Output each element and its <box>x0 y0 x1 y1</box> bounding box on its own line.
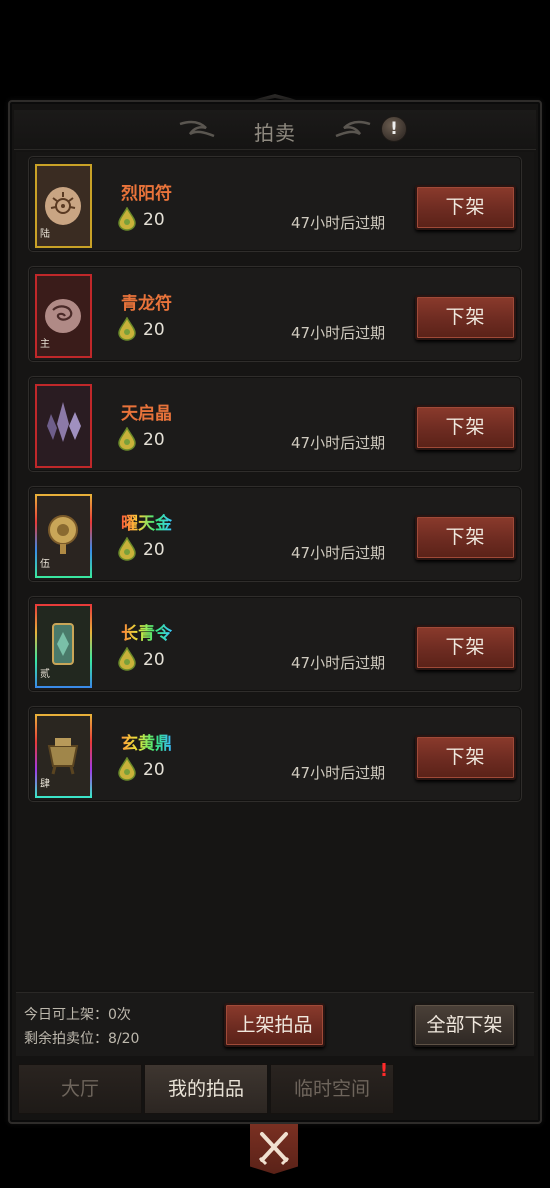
item-thumbnail[interactable]: 贰 <box>35 604 92 688</box>
item-price: 20 <box>143 430 165 450</box>
item-name: 玄黄鼎 <box>121 729 172 754</box>
sun-talisman-icon <box>45 187 81 225</box>
delist-button[interactable]: 下架 <box>415 185 516 230</box>
item-name: 长青令 <box>121 619 172 644</box>
jade-drop-currency-icon <box>118 427 136 451</box>
item-tag: 伍 <box>40 559 50 570</box>
jade-drop-currency-icon <box>118 317 136 341</box>
info-icon[interactable]: ! <box>381 116 407 142</box>
item-name: 烈阳符 <box>121 184 172 204</box>
item-tag: 肆 <box>40 779 50 790</box>
expire-time: 47小时后过期 <box>291 214 386 232</box>
alert-badge-icon: ! <box>379 1060 389 1081</box>
page-title: 拍卖 <box>254 121 296 145</box>
list-item: 主 青龙符 20 47小时后过期 下架 <box>28 266 522 362</box>
item-tag: 主 <box>40 339 50 350</box>
swirl-ornament-right <box>335 120 371 138</box>
item-name: 天启晶 <box>121 404 172 424</box>
delist-button[interactable]: 下架 <box>415 295 516 340</box>
jade-drop-currency-icon <box>118 207 136 231</box>
today-listable-count: 今日可上架：0次 <box>24 1007 131 1023</box>
list-item: 肆 玄黄鼎 20 47小时后过期 下架 <box>28 706 522 802</box>
list-item: 伍 曜天金 20 47小时后过期 下架 <box>28 486 522 582</box>
delist-button[interactable]: 下架 <box>415 405 516 450</box>
item-price: 20 <box>143 760 165 780</box>
item-thumbnail[interactable]: 肆 <box>35 714 92 798</box>
jade-drop-currency-icon <box>118 647 136 671</box>
item-price: 20 <box>143 320 165 340</box>
expire-time: 47小时后过期 <box>291 544 386 562</box>
jade-drop-currency-icon <box>118 757 136 781</box>
item-thumbnail[interactable]: 主 <box>35 274 92 358</box>
crystal-icon <box>47 402 81 442</box>
item-thumbnail[interactable] <box>35 384 92 468</box>
jade-drop-currency-icon <box>118 537 136 561</box>
delist-button[interactable]: 下架 <box>415 515 516 560</box>
item-price: 20 <box>143 210 165 230</box>
jade-token-icon <box>52 623 74 665</box>
expire-time: 47小时后过期 <box>291 324 386 342</box>
list-item: 贰 长青令 20 47小时后过期 下架 <box>28 596 522 692</box>
remaining-slots: 剩余拍卖位：8/20 <box>24 1031 140 1047</box>
dragon-talisman-icon <box>45 299 81 333</box>
item-price: 20 <box>143 650 165 670</box>
item-name: 青龙符 <box>121 294 172 314</box>
bronze-cauldron-icon <box>47 738 79 775</box>
expire-time: 47小时后过期 <box>291 764 386 782</box>
item-tag: 陆 <box>40 229 50 240</box>
delist-all-button[interactable]: 全部下架 <box>413 1003 516 1047</box>
list-item: 天启晶 20 47小时后过期 下架 <box>28 376 522 472</box>
tab-my-items[interactable]: 我的拍品 <box>144 1064 268 1114</box>
list-item-button[interactable]: 上架拍品 <box>224 1003 325 1047</box>
delist-button[interactable]: 下架 <box>415 735 516 780</box>
expire-time: 47小时后过期 <box>291 434 386 452</box>
item-tag: 贰 <box>40 669 50 680</box>
delist-button[interactable]: 下架 <box>415 625 516 670</box>
list-item: 陆 烈阳符 20 47小时后过期 下架 <box>28 156 522 252</box>
expire-time: 47小时后过期 <box>291 654 386 672</box>
item-thumbnail[interactable]: 伍 <box>35 494 92 578</box>
item-name: 曜天金 <box>121 509 172 534</box>
close-button[interactable] <box>250 1124 298 1174</box>
tab-hall[interactable]: 大厅 <box>18 1064 142 1114</box>
item-thumbnail[interactable]: 陆 <box>35 164 92 248</box>
item-price: 20 <box>143 540 165 560</box>
crossed-swords-close-icon <box>258 1132 290 1166</box>
golden-medallion-icon <box>48 515 78 554</box>
